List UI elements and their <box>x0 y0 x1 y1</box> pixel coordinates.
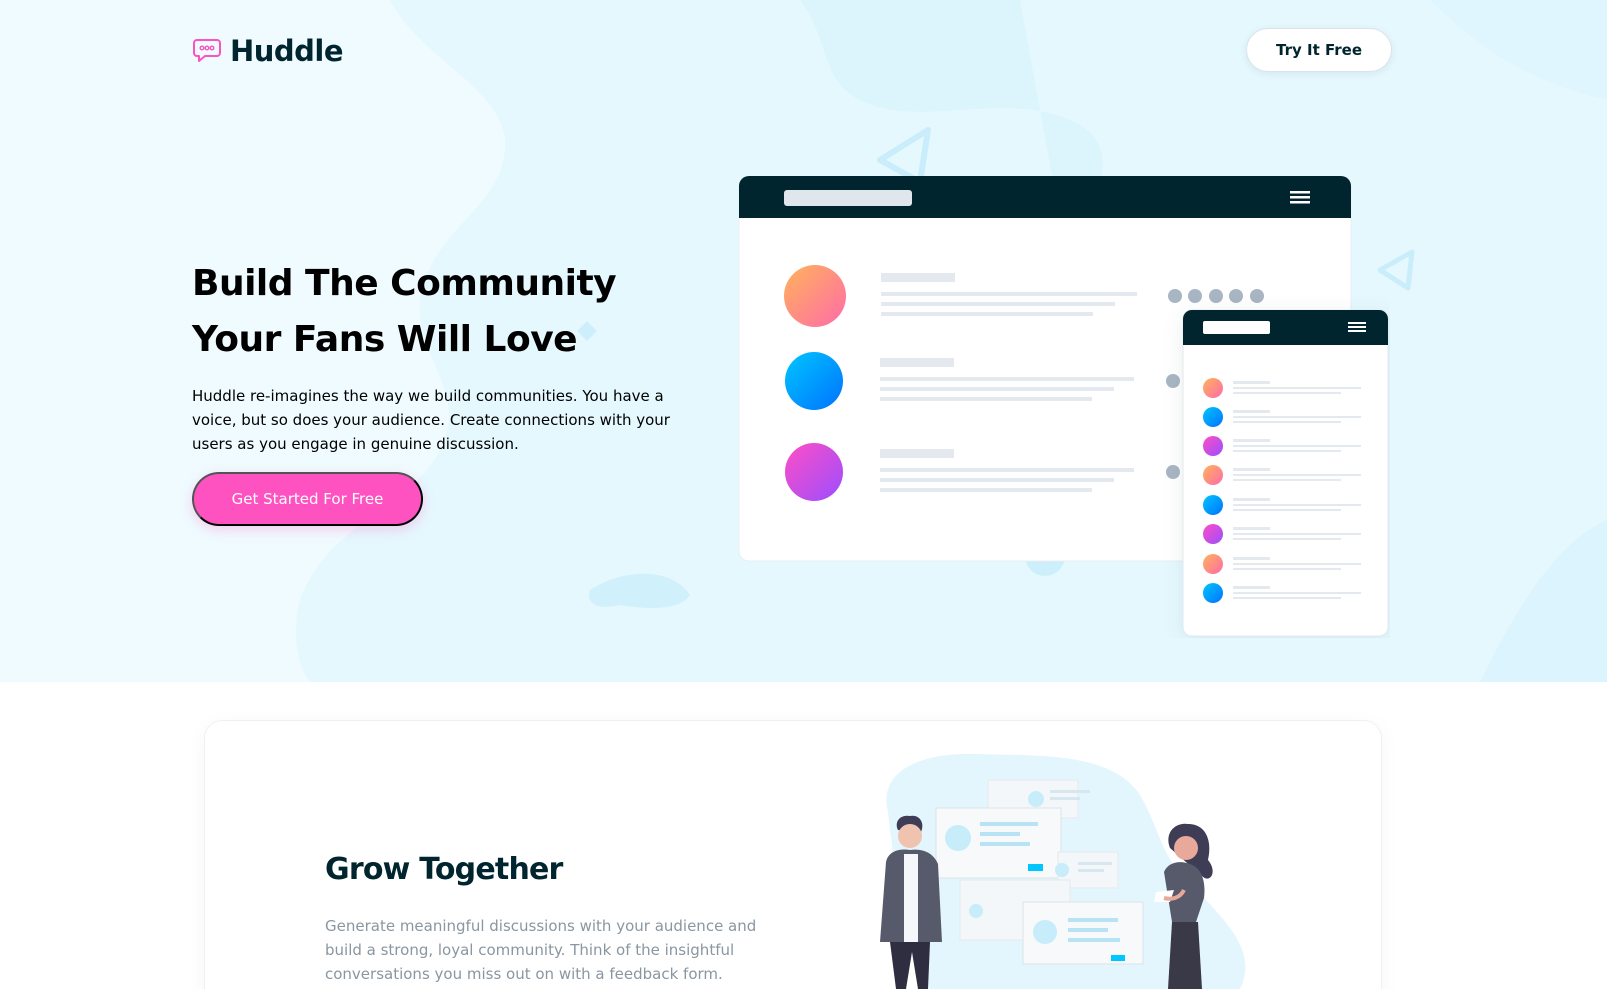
site-header: Huddle Try It Free <box>192 28 1392 72</box>
phone-window-mockup <box>1182 309 1389 637</box>
feature-description: Generate meaningful discussions with you… <box>325 917 757 983</box>
feature-title: Grow Together <box>325 852 563 887</box>
logo-text: Huddle <box>230 34 344 68</box>
get-started-button[interactable]: Get Started For Free <box>192 472 423 526</box>
hero-description: Huddle re-imagines the way we build comm… <box>192 387 670 453</box>
hero-headline-line1: Build The Community <box>192 263 617 304</box>
logo[interactable]: Huddle <box>192 34 344 68</box>
hero-mockup-illustration <box>738 176 1389 637</box>
try-it-free-button[interactable]: Try It Free <box>1246 28 1392 72</box>
hero-headline-line2: Your Fans Will Love <box>192 319 578 360</box>
hero-headline: Build The Community Your Fans Will Love <box>192 256 662 368</box>
hero-section: Huddle Try It Free Build The Community Y… <box>0 0 1607 682</box>
chat-bubble-icon <box>193 39 221 62</box>
grow-together-illustration <box>880 753 1246 989</box>
